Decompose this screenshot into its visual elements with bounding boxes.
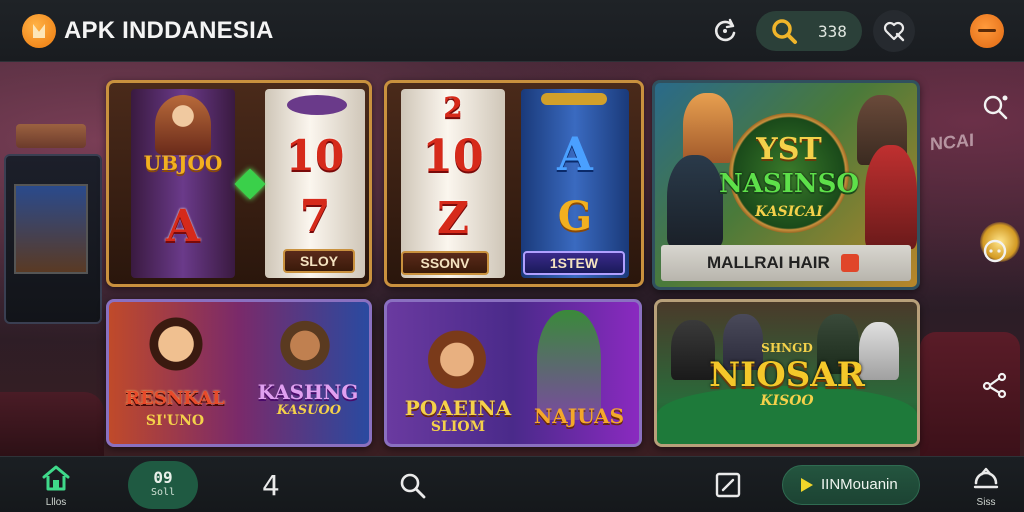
background-sign-right: NCAI: [930, 129, 974, 155]
cta-label: IINMouanin: [821, 476, 898, 493]
tile-title-top: SHNGD: [761, 341, 813, 355]
character-cowgirl: [417, 310, 497, 400]
reel-symbol-7: 7: [299, 191, 331, 242]
background-table: [0, 392, 104, 462]
nav-pill-number: 09: [153, 468, 173, 487]
tile-title-2: SLIOM: [430, 419, 486, 435]
cta-button[interactable]: IINMouanin: [782, 465, 920, 505]
tile-title-2: SI'UNO: [145, 413, 205, 429]
share-icon[interactable]: [980, 370, 1010, 400]
nav-pill-sub: Soll: [150, 487, 176, 498]
tile-title-1: YST: [756, 132, 822, 167]
search-coin-icon: [772, 19, 797, 44]
background-sign: [16, 124, 86, 148]
search-count: 338: [818, 22, 847, 41]
reel-symbol-z: Z: [436, 193, 470, 244]
tile-title-3: KASICAI: [755, 204, 823, 220]
tile-title-right-2: KASUOO: [276, 403, 342, 418]
nav-home[interactable]: Lllos: [40, 465, 72, 508]
nav-home-label: Lllos: [45, 497, 67, 508]
reel-label-left: SSONV: [401, 251, 489, 275]
nav-four[interactable]: 4: [262, 469, 280, 502]
banner-text: MALLRAI HAIR: [707, 253, 830, 272]
tile-title-2: KISOO: [760, 393, 814, 409]
app-title: APK INDDANESIA: [64, 17, 274, 44]
reel-top-symbol: [541, 93, 607, 105]
coin-search-pill[interactable]: 338: [756, 11, 862, 51]
profile-icon: [973, 467, 999, 489]
nav-profile-label: Siss: [976, 497, 996, 508]
reel-symbol-10: 10: [422, 131, 484, 182]
flag-icon: [801, 478, 813, 492]
chat-icon[interactable]: [980, 236, 1010, 266]
nav-search-icon[interactable]: [398, 471, 428, 501]
reel-symbol-10: 10: [285, 131, 345, 180]
reel-title: UBJOO: [143, 151, 223, 175]
reel-symbol-g: G: [557, 193, 593, 240]
background-slot-machine: [4, 154, 102, 324]
nav-active-pill[interactable]: 09 Soll: [128, 461, 198, 509]
favorites-button[interactable]: [873, 10, 915, 52]
tile-title-1: NIOSAR: [709, 355, 865, 395]
tile-title-2: NASINSO: [718, 169, 860, 199]
search-icon[interactable]: [980, 92, 1010, 122]
reel-symbol-a: A: [557, 127, 593, 181]
avatar-icon[interactable]: [970, 14, 1004, 48]
heart-search-icon: [883, 21, 905, 42]
reel-left: UBJOO A: [131, 89, 235, 278]
app-logo-icon[interactable]: [22, 14, 56, 48]
tile-title-right: NAJUAS: [533, 404, 625, 428]
reel-label-right: 1STEW: [523, 251, 625, 275]
reel-symbol-a: A: [165, 201, 201, 252]
bottom-nav-bar: Lllos 09 Soll 4 IINMouanin Siss: [0, 456, 1024, 512]
edit-icon[interactable]: [714, 471, 742, 499]
game-tile-2[interactable]: 2 10 Z A G SSONV 1STEW: [384, 80, 644, 287]
banner-tag-icon: [841, 254, 859, 272]
character-right: [865, 145, 917, 249]
home-icon: [42, 465, 70, 491]
reel-right: A G: [521, 89, 629, 278]
reel-symbol-2: 2: [443, 91, 463, 124]
reel-label: SLOY: [283, 249, 355, 273]
reel-top-symbol: [287, 95, 347, 115]
character-left: [667, 155, 723, 247]
character-right: [275, 314, 335, 384]
game-tile-1[interactable]: UBJOO A 10 7 SLOY: [106, 80, 372, 287]
tile-title-1: RESNKAL: [125, 388, 225, 409]
reel-left: 2 10 Z: [401, 89, 505, 278]
tile-title-1: POAEINA: [404, 396, 512, 420]
character-left: [143, 312, 209, 392]
top-bar: APK INDDANESIA 338: [0, 0, 1024, 62]
green-gem-icon: [234, 168, 266, 200]
game-tile-6[interactable]: SHNGD NIOSAR KISOO: [654, 299, 920, 447]
character-portrait: [155, 95, 211, 155]
game-tile-4[interactable]: RESNKAL SI'UNO KASHNG KASUOO: [106, 299, 372, 447]
tile-title-right-1: KASHNG: [257, 380, 359, 404]
game-tile-3[interactable]: YST NASINSO KASICAI MALLRAI HAIR: [652, 80, 920, 290]
game-tile-5[interactable]: POAEINA SLIOM NAJUAS: [384, 299, 642, 447]
nav-profile[interactable]: Siss: [968, 465, 1004, 508]
tile-banner: MALLRAI HAIR: [661, 245, 911, 281]
refresh-icon[interactable]: [710, 16, 740, 46]
